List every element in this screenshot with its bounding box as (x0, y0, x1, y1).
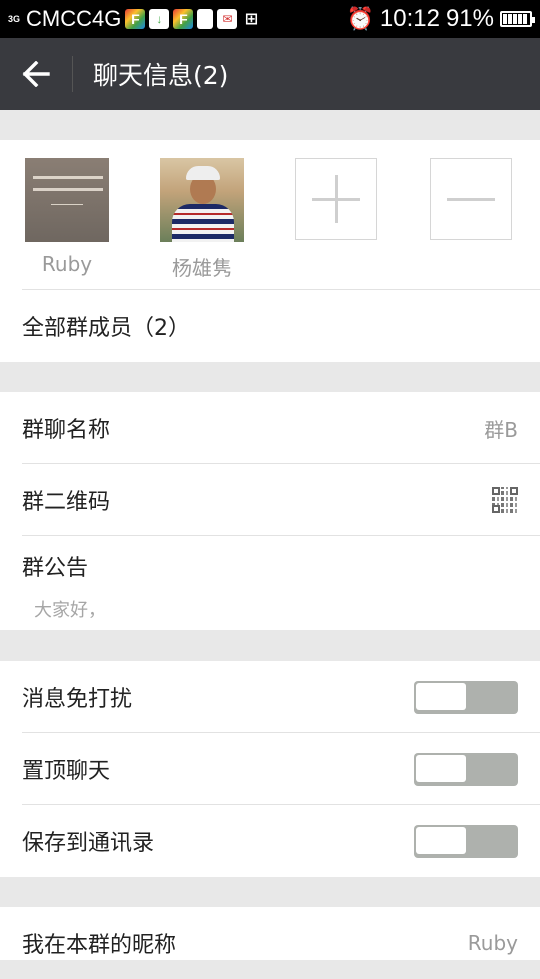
group-info-section: 群聊名称 群B 群二维码 群公告 大家好， (0, 392, 540, 630)
battery-percent: 91% (445, 5, 494, 32)
back-arrow-icon (22, 61, 50, 87)
member-name: Ruby (41, 252, 93, 276)
page-title: 聊天信息(2) (93, 61, 229, 90)
remove-member-button[interactable] (430, 158, 512, 240)
pin-label: 置顶聊天 (22, 759, 111, 784)
member-ruby[interactable]: Ruby (25, 158, 109, 276)
flipboard-icon: F (125, 9, 146, 29)
all-members-row[interactable]: 全部群成员（2） (22, 289, 540, 362)
network-type: 3G (8, 13, 21, 24)
avatar (160, 158, 244, 242)
group-notice-text: 大家好， (34, 600, 106, 621)
title-bar: 聊天信息(2) (0, 38, 540, 110)
members-section: Ruby 杨雄隽 全部群成员（2） (0, 140, 540, 362)
nickname-value: Ruby (467, 931, 518, 955)
mute-label: 消息免打扰 (22, 687, 133, 712)
document-icon (197, 9, 214, 29)
carrier-name: CMCC4G (26, 6, 122, 31)
nickname-section: 我在本群的昵称 Ruby (0, 907, 540, 960)
mute-toggle[interactable] (414, 681, 518, 714)
nickname-row[interactable]: 我在本群的昵称 Ruby (22, 907, 540, 979)
settings-section: 消息免打扰 置顶聊天 保存到通讯录 (0, 661, 540, 877)
toggle-knob (416, 683, 466, 710)
group-name-value: 群B (484, 417, 518, 442)
save-contacts-label: 保存到通讯录 (22, 831, 155, 856)
alarm-icon: ⏰ (346, 6, 374, 31)
back-button[interactable] (0, 38, 72, 110)
group-name-row[interactable]: 群聊名称 群B (22, 392, 540, 464)
group-notice-label: 群公告 (22, 556, 89, 581)
toggle-knob (416, 755, 466, 782)
member-yang[interactable]: 杨雄隽 (160, 158, 244, 281)
mute-row: 消息免打扰 (22, 661, 540, 733)
clock-time: 10:12 (379, 5, 440, 32)
qr-code-icon (492, 487, 518, 513)
battery-icon (500, 11, 535, 27)
pin-row: 置顶聊天 (22, 732, 540, 805)
avatar (25, 158, 109, 242)
title-divider (72, 56, 73, 92)
save-contacts-toggle[interactable] (414, 825, 518, 858)
member-name: 杨雄隽 (172, 256, 232, 280)
pin-toggle[interactable] (414, 753, 518, 786)
tray-icon: ⊞ (244, 11, 259, 28)
save-contacts-row: 保存到通讯录 (22, 804, 540, 877)
flipboard-icon: F (173, 9, 194, 29)
mail-icon: ✉ (217, 9, 238, 29)
all-members-label: 全部群成员（2） (22, 316, 190, 341)
group-qr-label: 群二维码 (22, 490, 111, 515)
group-qr-row[interactable]: 群二维码 (22, 463, 540, 536)
download-icon: ↓ (149, 9, 170, 29)
add-member-button[interactable] (295, 158, 377, 240)
status-bar: 3G CMCC4G F ↓ F ✉ ⊞ ⏰ 10:12 91% (0, 0, 540, 38)
toggle-knob (416, 827, 466, 854)
nickname-label: 我在本群的昵称 (22, 933, 177, 958)
group-name-label: 群聊名称 (22, 418, 111, 443)
